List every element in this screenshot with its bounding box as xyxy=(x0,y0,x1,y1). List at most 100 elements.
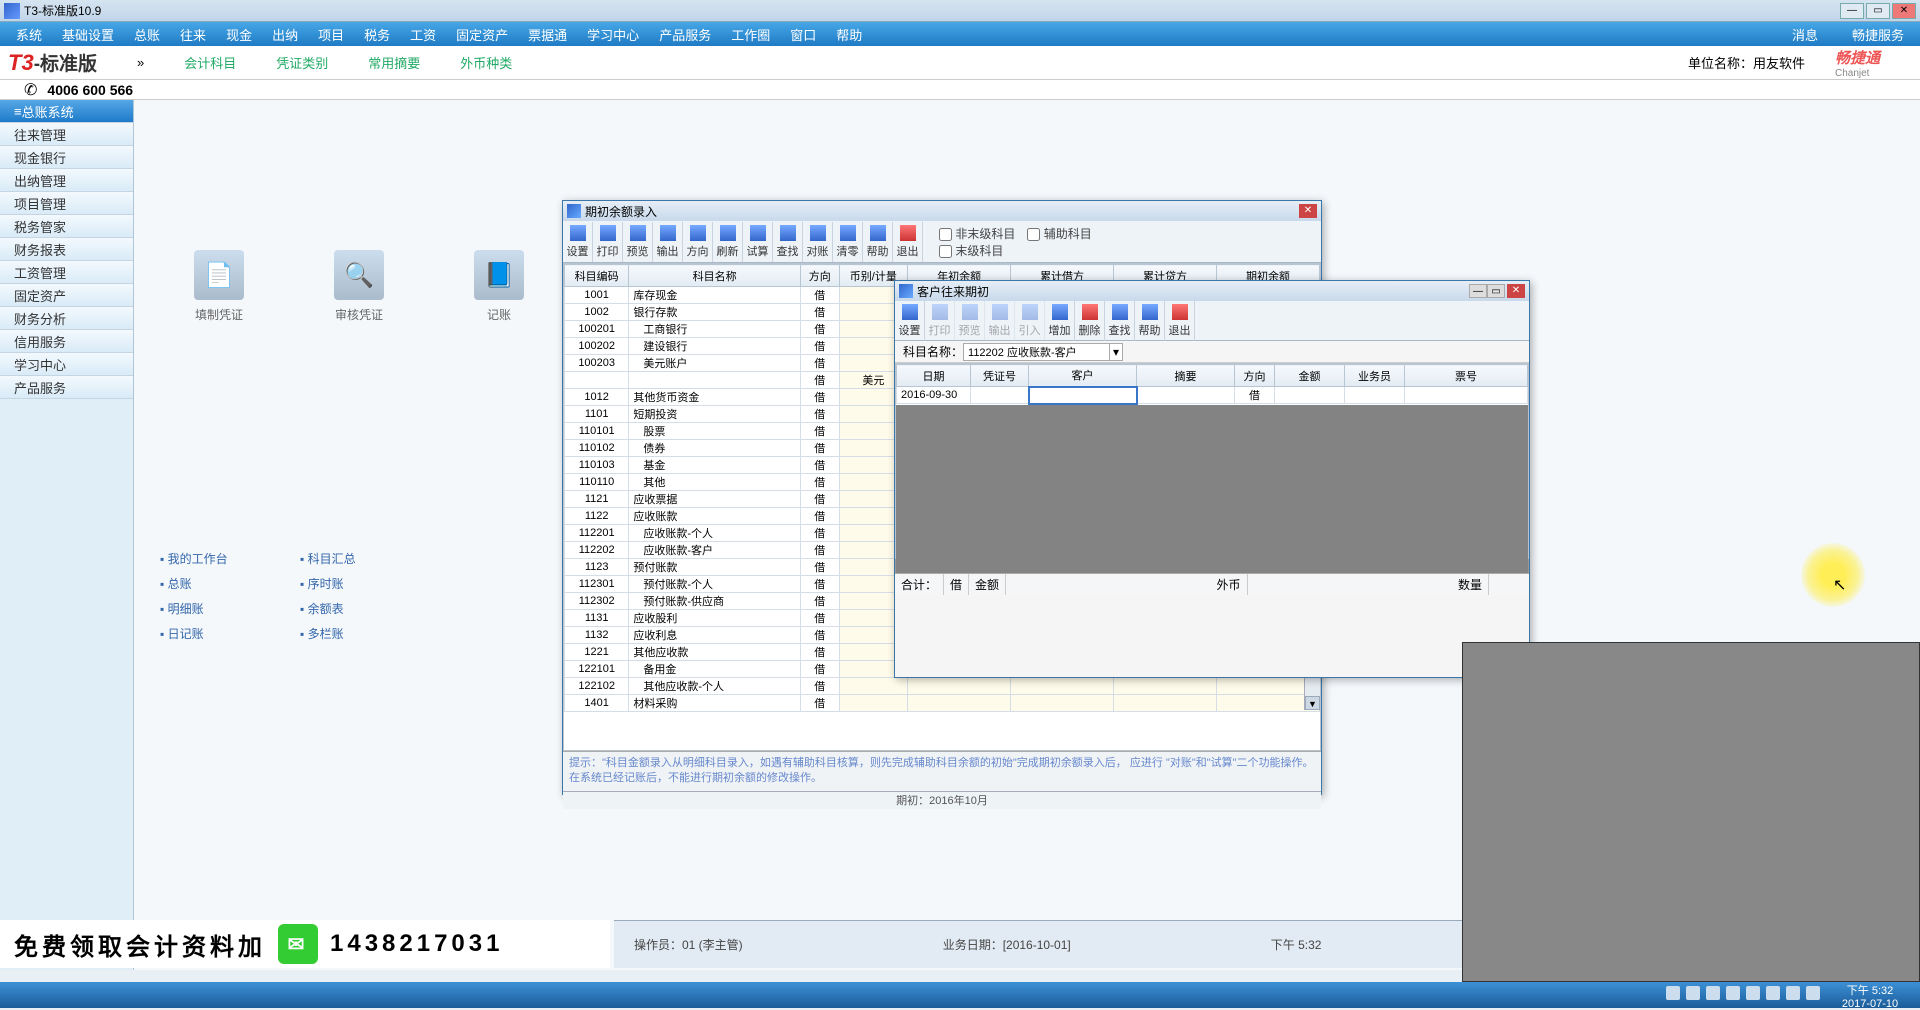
sidebar-item[interactable]: 产品服务 xyxy=(0,376,133,399)
quicklink[interactable]: 常用摘要 xyxy=(368,53,420,72)
cell-date[interactable]: 2016-09-30 xyxy=(897,387,971,404)
menu-item[interactable]: 现金 xyxy=(216,25,262,44)
menu-item[interactable]: 产品服务 xyxy=(649,25,721,44)
col-receipt[interactable]: 票号 xyxy=(1405,365,1528,387)
w1-col[interactable]: 科目编码 xyxy=(565,265,629,287)
w1-col[interactable]: 方向 xyxy=(800,265,839,287)
w2-min-button[interactable]: — xyxy=(1469,284,1487,298)
check-aux[interactable] xyxy=(1027,228,1040,241)
menu-right[interactable]: 畅捷服务 xyxy=(1842,25,1914,44)
tray-icon[interactable] xyxy=(1666,986,1680,1000)
tray-icon[interactable] xyxy=(1806,986,1820,1000)
tb2-settings[interactable]: 设置 xyxy=(895,301,925,341)
sidebar-item[interactable]: 工资管理 xyxy=(0,261,133,284)
tb2-exit[interactable]: 退出 xyxy=(1165,301,1195,341)
sidebar-item[interactable]: 财务分析 xyxy=(0,307,133,330)
menu-item[interactable]: 项目 xyxy=(308,25,354,44)
sidebar-item[interactable]: 项目管理 xyxy=(0,192,133,215)
maximize-button[interactable]: ▭ xyxy=(1866,3,1890,19)
menu-item[interactable]: 出纳 xyxy=(262,25,308,44)
flow-new-voucher[interactable]: 📄填制凭证 xyxy=(194,250,244,323)
sidebar-item-gl[interactable]: ≡ 总账系统 xyxy=(0,100,133,123)
tray-icon[interactable] xyxy=(1686,986,1700,1000)
menu-item[interactable]: 总账 xyxy=(124,25,170,44)
tb2-preview[interactable]: 预览 xyxy=(955,301,985,341)
cell-sales[interactable] xyxy=(1345,387,1405,404)
tb-exit[interactable]: 退出 xyxy=(893,222,923,262)
flow-audit[interactable]: 🔍审核凭证 xyxy=(334,250,384,323)
menu-item[interactable]: 学习中心 xyxy=(577,25,649,44)
w2-row[interactable]: 2016-09-30 借 xyxy=(897,387,1528,404)
link-item[interactable]: 科目汇总 xyxy=(300,550,440,567)
tb2-export[interactable]: 输出 xyxy=(985,301,1015,341)
subject-input[interactable] xyxy=(963,343,1123,361)
check-leaf[interactable] xyxy=(939,245,952,258)
tray[interactable] xyxy=(1666,986,1820,1000)
link-item[interactable]: 日记账 xyxy=(160,625,300,642)
tb2-print[interactable]: 打印 xyxy=(925,301,955,341)
menu-item[interactable]: 基础设置 xyxy=(52,25,124,44)
menu-item[interactable]: 税务 xyxy=(354,25,400,44)
quicklink[interactable]: 会计科目 xyxy=(184,53,236,72)
menu-right[interactable]: 消息 xyxy=(1782,25,1828,44)
sidebar-item[interactable]: 财务报表 xyxy=(0,238,133,261)
taskbar[interactable]: 下午 5:32 2017-07-10 xyxy=(0,982,1920,1008)
col-sales[interactable]: 业务员 xyxy=(1345,365,1405,387)
cell-receipt[interactable] xyxy=(1405,387,1528,404)
w1-titlebar[interactable]: 期初余额录入 ✕ xyxy=(563,201,1321,221)
w1-row[interactable]: 122102其他应收款-个人借 xyxy=(565,678,1320,695)
sidebar-item[interactable]: 往来管理 xyxy=(0,123,133,146)
cell-dir[interactable]: 借 xyxy=(1235,387,1275,404)
w1-close-button[interactable]: ✕ xyxy=(1299,204,1317,218)
col-dir[interactable]: 方向 xyxy=(1235,365,1275,387)
flow-post[interactable]: 📘记账 xyxy=(474,250,524,323)
link-item[interactable]: 总账 xyxy=(160,575,300,592)
cell-voucher[interactable] xyxy=(971,387,1029,404)
tb-direction[interactable]: 方向 xyxy=(683,222,713,262)
tb2-help[interactable]: 帮助 xyxy=(1135,301,1165,341)
sidebar-item[interactable]: 税务管家 xyxy=(0,215,133,238)
menu-item[interactable]: 帮助 xyxy=(826,25,872,44)
menu-item[interactable]: 固定资产 xyxy=(446,25,518,44)
tb-export[interactable]: 输出 xyxy=(653,222,683,262)
tray-icon[interactable] xyxy=(1766,986,1780,1000)
minimize-button[interactable]: — xyxy=(1840,3,1864,19)
w1-col[interactable]: 科目名称 xyxy=(629,265,801,287)
sidebar-item[interactable]: 学习中心 xyxy=(0,353,133,376)
cell-customer[interactable] xyxy=(1029,387,1137,404)
taskbar-clock[interactable]: 下午 5:32 2017-07-10 xyxy=(1828,982,1912,1010)
tb2-add[interactable]: 增加 xyxy=(1045,301,1075,341)
menu-item[interactable]: 系统 xyxy=(6,25,52,44)
tb-find[interactable]: 查找 xyxy=(773,222,803,262)
scroll-down[interactable]: ▼ xyxy=(1305,696,1320,710)
menu-item[interactable]: 票据通 xyxy=(518,25,577,44)
cell-summary[interactable] xyxy=(1137,387,1235,404)
tb-trial[interactable]: 试算 xyxy=(743,222,773,262)
cell-amount[interactable] xyxy=(1275,387,1345,404)
close-button[interactable]: ✕ xyxy=(1892,3,1916,19)
link-item[interactable]: 序时账 xyxy=(300,575,440,592)
w2-grid[interactable]: 日期 凭证号 客户 摘要 方向 金额 业务员 票号 2016-09-30 xyxy=(895,363,1529,559)
tray-icon[interactable] xyxy=(1706,986,1720,1000)
tb-print[interactable]: 打印 xyxy=(593,222,623,262)
tray-icon[interactable] xyxy=(1786,986,1800,1000)
tb2-import[interactable]: 引入 xyxy=(1015,301,1045,341)
w2-close-button[interactable]: ✕ xyxy=(1507,284,1525,298)
tray-icon[interactable] xyxy=(1746,986,1760,1000)
tb2-find[interactable]: 查找 xyxy=(1105,301,1135,341)
dropdown-icon[interactable]: ▾ xyxy=(1109,343,1123,361)
link-item[interactable]: 明细账 xyxy=(160,600,300,617)
menu-item[interactable]: 往来 xyxy=(170,25,216,44)
tb-settings[interactable]: 设置 xyxy=(563,222,593,262)
sidebar-item[interactable]: 现金银行 xyxy=(0,146,133,169)
col-voucher[interactable]: 凭证号 xyxy=(971,365,1029,387)
sidebar-item[interactable]: 信用服务 xyxy=(0,330,133,353)
quicklink[interactable]: 外币种类 xyxy=(460,53,512,72)
tb-reconcile[interactable]: 对账 xyxy=(803,222,833,262)
menu-item[interactable]: 工作圈 xyxy=(721,25,780,44)
quicklink[interactable]: 凭证类别 xyxy=(276,53,328,72)
menu-item[interactable]: 窗口 xyxy=(780,25,826,44)
tb-refresh[interactable]: 刷新 xyxy=(713,222,743,262)
col-date[interactable]: 日期 xyxy=(897,365,971,387)
sidebar-item[interactable]: 固定资产 xyxy=(0,284,133,307)
